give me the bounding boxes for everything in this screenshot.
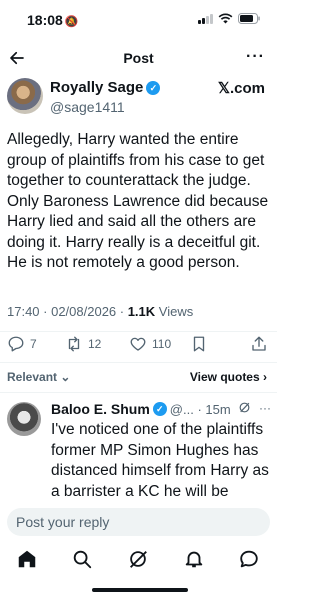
post-header: Post ··· xyxy=(0,38,277,78)
source-label: 𝕏.com xyxy=(217,80,265,97)
reply-header: Baloo E. Shum ✓ @... · 15m xyxy=(51,401,231,417)
grok-icon[interactable] xyxy=(238,401,251,414)
divider xyxy=(0,362,277,363)
bookmark-icon xyxy=(193,336,205,352)
share-icon xyxy=(252,336,266,351)
sort-relevant-dropdown[interactable]: Relevant ⌄ xyxy=(7,370,70,384)
battery-icon xyxy=(238,13,260,24)
view-quotes-link[interactable]: View quotes › xyxy=(190,370,267,384)
repost-button[interactable]: 12 xyxy=(65,335,101,353)
author-handle[interactable]: @sage1411 xyxy=(50,99,125,115)
post-author: Royally Sage ✓ @sage1411 𝕏.com xyxy=(0,78,277,126)
more-icon[interactable]: ··· xyxy=(259,401,271,415)
reply-item[interactable]: Baloo E. Shum ✓ @... · 15m ··· I've noti… xyxy=(0,398,277,503)
reply-count: 7 xyxy=(30,337,37,351)
search-icon[interactable] xyxy=(71,548,93,570)
clock-label: 18:08 xyxy=(27,12,63,28)
more-icon[interactable]: ··· xyxy=(246,48,265,66)
share-button[interactable] xyxy=(250,335,268,353)
author-name-label: Royally Sage xyxy=(50,79,144,96)
messages-icon[interactable] xyxy=(238,548,260,570)
wifi-icon xyxy=(218,13,233,24)
reply-author-name[interactable]: Baloo E. Shum xyxy=(51,401,150,417)
bottom-tab-bar xyxy=(0,540,277,600)
reply-input[interactable]: Post your reply xyxy=(7,508,270,536)
like-count: 110 xyxy=(152,337,172,351)
reply-icon xyxy=(8,336,24,352)
reply-actions: ··· xyxy=(238,401,271,415)
signal-icon xyxy=(198,13,213,24)
reply-meta: @... · 15m xyxy=(169,401,231,417)
verified-icon: ✓ xyxy=(152,402,167,416)
post-text: Allegedly, Harry wanted the entire group… xyxy=(7,131,269,271)
bookmark-button[interactable] xyxy=(190,335,208,353)
like-button[interactable]: 110 xyxy=(129,335,171,353)
author-name[interactable]: Royally Sage ✓ xyxy=(50,79,161,96)
reply-button[interactable]: 7 xyxy=(7,335,37,353)
reply-text: I've noticed one of the plaintiffs forme… xyxy=(51,421,269,500)
divider xyxy=(0,392,277,393)
post-meta: 17:40 · 02/08/2026 · 1.1K Views xyxy=(7,304,193,319)
divider xyxy=(0,331,277,332)
post-timestamp: 17:40 · 02/08/2026 · xyxy=(7,304,128,319)
bell-muted-icon: 🔕 xyxy=(64,16,79,28)
home-indicator xyxy=(92,588,188,592)
home-icon[interactable] xyxy=(16,548,38,570)
grok-icon[interactable] xyxy=(127,548,149,570)
avatar[interactable] xyxy=(7,78,43,114)
repost-count: 12 xyxy=(88,337,102,351)
repost-icon xyxy=(68,336,80,352)
action-bar: 7 12 110 xyxy=(0,335,277,359)
verified-icon: ✓ xyxy=(146,80,161,95)
status-time: 18:08 🔕 xyxy=(27,12,79,28)
notifications-icon[interactable] xyxy=(183,548,205,570)
status-bar: 18:08 🔕 xyxy=(0,0,277,38)
views-count: 1.1K xyxy=(127,304,156,319)
like-icon xyxy=(130,337,146,351)
views-label: Views xyxy=(155,304,194,319)
status-icons xyxy=(198,13,260,24)
page-title: Post xyxy=(123,50,154,66)
avatar[interactable] xyxy=(7,402,41,436)
